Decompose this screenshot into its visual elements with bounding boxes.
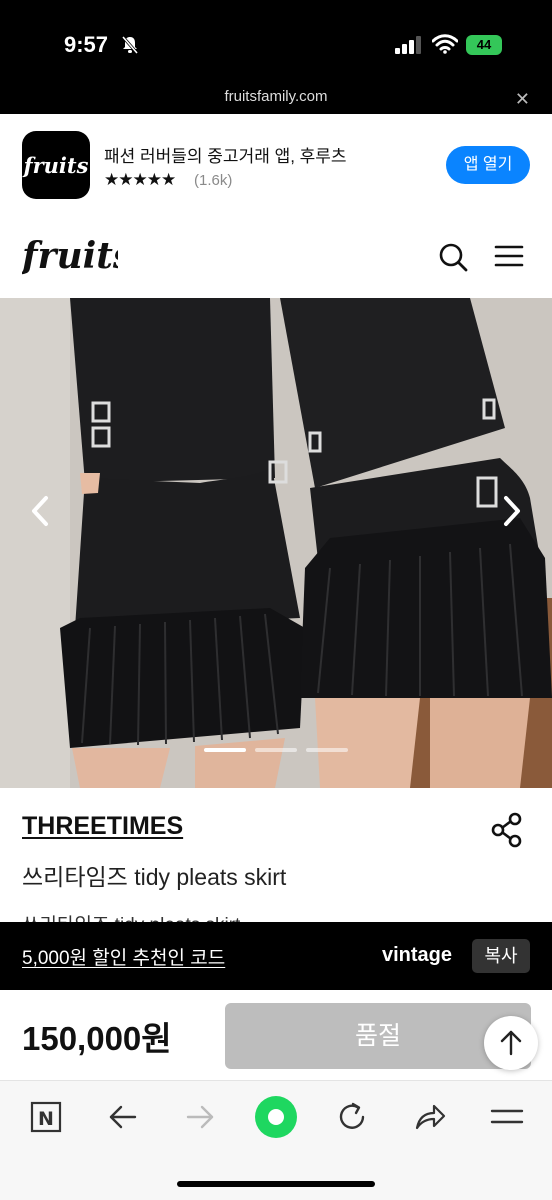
- url-domain[interactable]: fruitsfamily.com: [0, 88, 552, 105]
- carousel-dot[interactable]: [204, 748, 246, 752]
- carousel-dot[interactable]: [306, 748, 348, 752]
- app-icon: fruits: [22, 131, 90, 199]
- wifi-icon: [432, 34, 458, 54]
- copy-code-button[interactable]: 복사: [472, 939, 530, 973]
- product-price: 150,000원: [22, 1020, 172, 1057]
- battery-level: 44: [476, 37, 492, 52]
- app-title: 패션 러버들의 중고거래 앱, 후루츠: [104, 147, 347, 166]
- status-time: 9:57: [64, 32, 109, 57]
- fruits-logo-icon: fruits: [22, 153, 89, 178]
- scroll-top-button[interactable]: [484, 1016, 538, 1070]
- silent-bell-icon: [121, 36, 139, 54]
- carousel-dot[interactable]: [255, 748, 297, 752]
- signal-icon: [395, 36, 421, 54]
- green-home-icon[interactable]: [254, 1095, 298, 1139]
- chevron-left-icon[interactable]: [28, 494, 52, 528]
- rating-stars: ★★★★★: [104, 170, 176, 189]
- rating-count: (1.6k): [194, 172, 233, 189]
- battery-indicator: 44: [466, 35, 502, 55]
- tab-menu-icon[interactable]: [490, 1100, 524, 1134]
- close-icon[interactable]: ✕: [515, 89, 530, 110]
- open-app-button[interactable]: 앱 열기: [446, 146, 530, 184]
- promo-text[interactable]: 5,000원 할인 추천인 코드: [22, 943, 225, 970]
- share-icon[interactable]: [490, 812, 524, 848]
- svg-text:fruits: fruits: [22, 153, 89, 178]
- app-install-banner: fruits 패션 러버들의 중고거래 앱, 후루츠 ★★★★★ (1.6k) …: [0, 114, 552, 210]
- forward-icon[interactable]: [184, 1100, 216, 1134]
- brand-link[interactable]: THREETIMES: [22, 812, 183, 841]
- site-logo[interactable]: fruits: [22, 230, 118, 280]
- home-indicator[interactable]: [177, 1181, 375, 1187]
- product-image-carousel[interactable]: [0, 298, 552, 788]
- product-photo: [0, 298, 552, 788]
- promo-bar: 5,000원 할인 추천인 코드 vintage 복사: [0, 922, 552, 990]
- promo-code: vintage: [382, 944, 453, 966]
- arrow-up-icon: [500, 1030, 522, 1056]
- chevron-right-icon[interactable]: [500, 494, 524, 528]
- status-bar: 9:57 44: [0, 0, 552, 86]
- naver-n-icon[interactable]: N: [30, 1100, 62, 1134]
- refresh-icon[interactable]: [336, 1100, 368, 1134]
- product-title: 쓰리타임즈 tidy pleats skirt: [22, 864, 287, 890]
- back-icon[interactable]: [107, 1100, 139, 1134]
- svg-text:N: N: [38, 1108, 54, 1130]
- share-arrow-icon[interactable]: [413, 1100, 447, 1134]
- search-icon[interactable]: [438, 242, 468, 272]
- site-header: fruits: [0, 210, 552, 298]
- menu-icon[interactable]: [494, 244, 524, 268]
- logo-text: fruits: [22, 235, 118, 277]
